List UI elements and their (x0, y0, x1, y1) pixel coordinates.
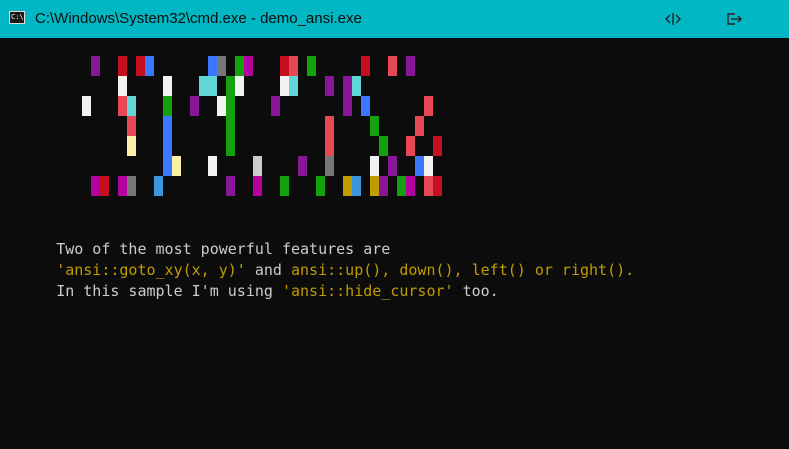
art-block (370, 176, 379, 196)
art-block (118, 76, 127, 96)
art-block (307, 56, 316, 76)
art-block (433, 136, 442, 156)
art-block (379, 136, 388, 156)
art-block (253, 156, 262, 176)
art-block (298, 156, 307, 176)
art-block (406, 176, 415, 196)
console-line-1: Two of the most powerful features are (2, 218, 390, 258)
app-icon-glyph: C:\ (11, 13, 24, 21)
resize-arrows-icon[interactable] (664, 10, 682, 28)
art-block (199, 76, 208, 96)
art-block (343, 96, 352, 116)
art-block (91, 56, 100, 76)
art-block (208, 56, 217, 76)
art-block (118, 96, 127, 116)
line3-prefix: In this sample I'm using (56, 282, 282, 300)
art-block (235, 76, 244, 96)
window-title: C:\Windows\System32\cmd.exe - demo_ansi.… (35, 10, 362, 27)
art-block (433, 176, 442, 196)
art-block (118, 176, 127, 196)
art-block (280, 176, 289, 196)
art-block (163, 116, 172, 136)
art-block (253, 176, 262, 196)
art-block (289, 76, 298, 96)
console-line-3: In this sample I'm using 'ansi::hide_cur… (2, 260, 499, 300)
art-block (352, 176, 361, 196)
art-block (406, 136, 415, 156)
art-block (82, 96, 91, 116)
art-block (100, 176, 109, 196)
art-block (190, 96, 199, 116)
console-output[interactable]: Two of the most powerful features are 'a… (0, 38, 789, 449)
art-block (280, 76, 289, 96)
art-block (163, 96, 172, 116)
art-block (379, 176, 388, 196)
art-block (127, 176, 136, 196)
art-block (235, 56, 244, 76)
art-block (352, 76, 361, 96)
art-block (145, 56, 154, 76)
title-bar[interactable]: C:\ C:\Windows\System32\cmd.exe - demo_a… (0, 0, 789, 38)
art-block (370, 116, 379, 136)
art-block (316, 176, 325, 196)
art-block (424, 156, 433, 176)
art-block (343, 176, 352, 196)
art-block (325, 136, 334, 156)
art-block (226, 176, 235, 196)
art-block (91, 176, 100, 196)
art-block (163, 76, 172, 96)
art-block (136, 56, 145, 76)
art-block (325, 116, 334, 136)
art-block (226, 136, 235, 156)
art-block (271, 96, 280, 116)
art-block (127, 136, 136, 156)
art-block (217, 56, 226, 76)
art-block (280, 56, 289, 76)
console-line-2: 'ansi::goto_xy(x, y)' and ansi::up(), do… (2, 239, 634, 279)
hide-cursor-highlight: 'ansi::hide_cursor' (281, 282, 454, 300)
art-block (388, 156, 397, 176)
art-block (361, 56, 370, 76)
art-block (163, 136, 172, 156)
art-block (424, 96, 433, 116)
art-block (361, 96, 370, 116)
art-block (127, 96, 136, 116)
art-block (244, 56, 253, 76)
art-block (172, 156, 181, 176)
art-block (226, 116, 235, 136)
art-block (226, 76, 235, 96)
art-block (415, 156, 424, 176)
art-block (154, 176, 163, 196)
art-block (325, 156, 334, 176)
art-block (217, 96, 226, 116)
art-block (163, 156, 172, 176)
art-block (397, 176, 406, 196)
art-block (406, 56, 415, 76)
ansi-art-grid (0, 38, 789, 196)
art-block (415, 116, 424, 136)
art-block (127, 116, 136, 136)
art-block (289, 56, 298, 76)
art-block (118, 56, 127, 76)
cmd-app-icon[interactable]: C:\ (9, 11, 25, 24)
art-block (208, 76, 217, 96)
art-block (343, 76, 352, 96)
art-block (208, 156, 217, 176)
cmd-window: C:\ C:\Windows\System32\cmd.exe - demo_a… (0, 0, 789, 449)
art-block (226, 96, 235, 116)
art-block (388, 56, 397, 76)
art-block (325, 76, 334, 96)
art-block (424, 176, 433, 196)
exit-icon[interactable] (725, 10, 743, 28)
art-block (370, 156, 379, 176)
line3-suffix: too. (453, 282, 499, 300)
